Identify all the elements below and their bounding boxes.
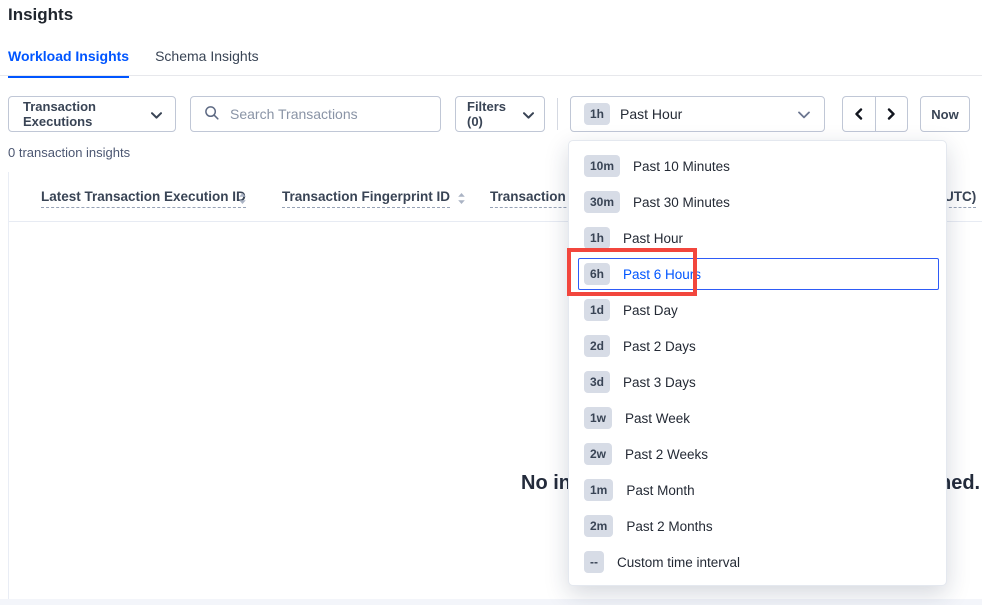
time-interval-option[interactable]: 1w Past Week: [569, 400, 946, 436]
interval-badge: 2w: [584, 443, 612, 465]
filters-label: Filters (0): [467, 99, 523, 129]
time-interval-option[interactable]: 10m Past 10 Minutes: [569, 148, 946, 184]
interval-badge: 6h: [584, 263, 610, 285]
tab-bar: Workload Insights Schema Insights: [8, 48, 259, 78]
interval-badge: 10m: [584, 155, 620, 177]
now-button[interactable]: Now: [920, 96, 970, 132]
interval-label: Past Day: [623, 303, 678, 318]
insights-count: 0 transaction insights: [8, 145, 130, 160]
interval-label: Past Month: [626, 483, 694, 498]
time-interval-option[interactable]: 2d Past 2 Days: [569, 328, 946, 364]
time-interval-badge: 1h: [584, 103, 610, 125]
toolbar-divider: [557, 98, 558, 130]
time-interval-option[interactable]: 30m Past 30 Minutes: [569, 184, 946, 220]
time-interval-option[interactable]: 6h Past 6 Hours: [578, 258, 939, 290]
chevron-down-icon: [798, 106, 810, 122]
search-icon: [204, 105, 220, 124]
interval-label: Past 6 Hours: [623, 267, 701, 282]
filters-button[interactable]: Filters (0): [455, 96, 545, 132]
tab-workload-insights[interactable]: Workload Insights: [8, 48, 129, 78]
time-interval-option[interactable]: 1d Past Day: [569, 292, 946, 328]
interval-badge: 1h: [584, 227, 610, 249]
chevron-down-icon: [151, 107, 162, 122]
time-interval-dropdown: 10m Past 10 Minutes 30m Past 30 Minutes …: [568, 140, 947, 586]
sort-icon[interactable]: [457, 192, 466, 210]
interval-badge: --: [584, 551, 604, 573]
interval-badge: 2d: [584, 335, 610, 357]
insights-page: Insights Workload Insights Schema Insigh…: [0, 0, 982, 605]
interval-badge: 3d: [584, 371, 610, 393]
empty-state-text-left: No in: [521, 472, 571, 495]
interval-label: Custom time interval: [617, 555, 740, 570]
tab-bar-divider: [0, 75, 982, 76]
interval-label: Past 10 Minutes: [633, 159, 730, 174]
column-header-time-utc[interactable]: UTC): [944, 189, 976, 208]
tab-schema-insights[interactable]: Schema Insights: [155, 48, 259, 78]
execution-type-select[interactable]: Transaction Executions: [8, 96, 176, 132]
time-nav-group: [842, 96, 908, 132]
interval-label: Past 2 Days: [623, 339, 696, 354]
time-interval-option[interactable]: 2m Past 2 Months: [569, 508, 946, 544]
time-interval-option[interactable]: 2w Past 2 Weeks: [569, 436, 946, 472]
sort-icon[interactable]: [238, 192, 247, 210]
now-label: Now: [931, 107, 958, 122]
time-interval-select[interactable]: 1h Past Hour: [570, 96, 825, 132]
interval-label: Past Week: [625, 411, 690, 426]
time-interval-option[interactable]: 3d Past 3 Days: [569, 364, 946, 400]
interval-label: Past 2 Months: [626, 519, 712, 534]
interval-label: Past 3 Days: [623, 375, 696, 390]
search-input[interactable]: [228, 98, 440, 130]
interval-label: Past 2 Weeks: [625, 447, 708, 462]
search-box[interactable]: [190, 96, 441, 132]
interval-label: Past 30 Minutes: [633, 195, 730, 210]
next-interval-button[interactable]: [876, 97, 908, 131]
time-interval-option[interactable]: -- Custom time interval: [569, 544, 946, 580]
page-title: Insights: [8, 5, 73, 25]
previous-interval-button[interactable]: [843, 97, 876, 131]
page-bottom-band: [0, 599, 982, 605]
column-header-transaction-fingerprint-id[interactable]: Transaction Fingerprint ID: [282, 189, 450, 208]
interval-badge: 1w: [584, 407, 612, 429]
time-interval-option[interactable]: 1m Past Month: [569, 472, 946, 508]
execution-type-label: Transaction Executions: [23, 99, 151, 129]
interval-badge: 1d: [584, 299, 610, 321]
interval-label: Past Hour: [623, 231, 683, 246]
time-interval-option[interactable]: 1h Past Hour: [569, 220, 946, 256]
time-interval-label: Past Hour: [620, 106, 682, 122]
column-header-latest-transaction-execution-id[interactable]: Latest Transaction Execution ID: [41, 189, 246, 208]
interval-badge: 2m: [584, 515, 613, 537]
interval-badge: 30m: [584, 191, 620, 213]
interval-badge: 1m: [584, 479, 613, 501]
chevron-down-icon: [523, 107, 534, 122]
